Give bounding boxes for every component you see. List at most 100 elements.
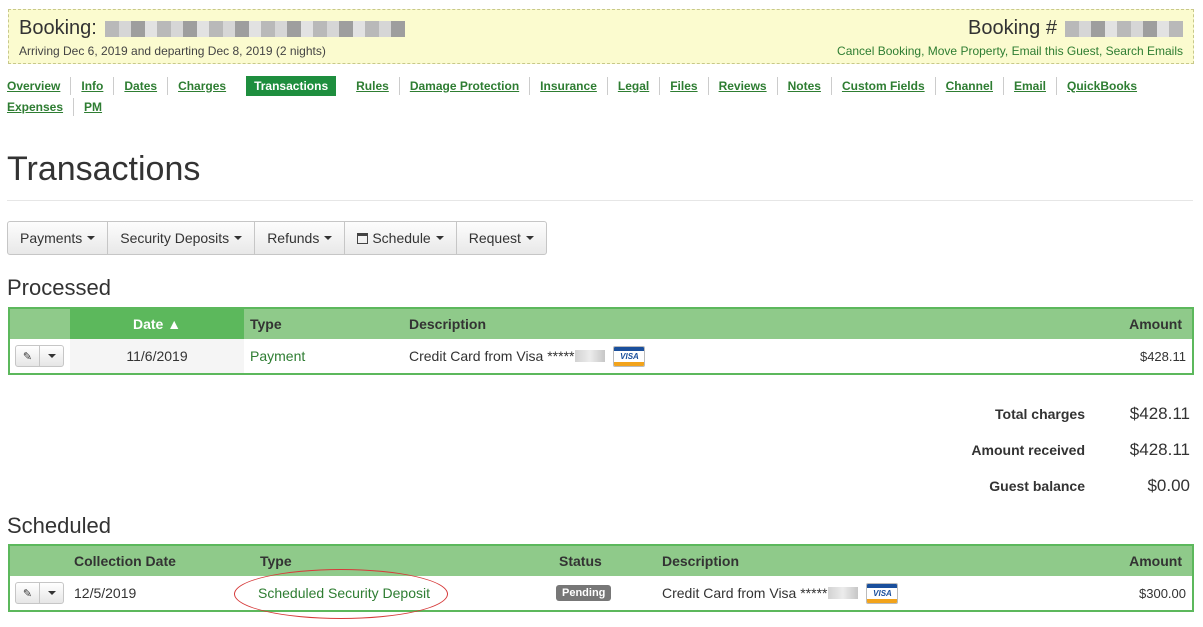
nav-custom-fields[interactable]: Custom Fields — [832, 76, 936, 95]
status-badge: Pending — [556, 585, 612, 601]
row-type: Payment — [244, 339, 404, 373]
pencil-icon: ✎ — [22, 587, 33, 600]
type-column-header[interactable]: Type — [258, 546, 556, 576]
nav-notes[interactable]: Notes — [778, 76, 832, 95]
nav-reviews[interactable]: Reviews — [709, 76, 778, 95]
row-collection-date: 12/5/2019 — [74, 585, 137, 601]
redacted-card-digits — [828, 587, 859, 599]
row-type: Scheduled Security Deposit — [258, 576, 556, 610]
processed-table: Date ▲ Type Description Amount ✎ 11/6/20… — [8, 307, 1194, 375]
amount-received-value: $428.11 — [1129, 440, 1190, 459]
caret-down-icon — [435, 236, 444, 240]
row-status: Pending — [556, 576, 662, 610]
booking-actions: Cancel Booking, Move Property, Email thi… — [837, 44, 1183, 58]
scheduled-heading: Scheduled — [7, 513, 111, 538]
nav-email[interactable]: Email — [1004, 76, 1057, 95]
total-charges-value: $428.11 — [1129, 404, 1190, 423]
booking-label: Booking: — [19, 17, 97, 39]
actions-column-header — [10, 546, 70, 576]
caret-down-icon — [87, 236, 96, 240]
row-menu-button[interactable] — [39, 345, 64, 367]
date-column-header[interactable]: Date ▲ — [70, 309, 244, 339]
edit-button[interactable]: ✎ — [15, 345, 40, 367]
table-row: ✎ 11/6/2019 Payment Credit Card from Vis… — [10, 339, 1192, 373]
description-column-header[interactable]: Description — [662, 546, 1082, 576]
guest-balance-label: Guest balance — [989, 478, 1085, 494]
nav-damage-protection[interactable]: Damage Protection — [400, 76, 531, 95]
total-charges-row: Total charges $428.11 — [850, 396, 1190, 432]
redacted-card-digits — [575, 350, 606, 362]
cancel-booking-link[interactable]: Cancel Booking — [837, 44, 921, 58]
scheduled-table: Collection Date Type Status Description … — [8, 544, 1194, 612]
redacted-booking-number — [1065, 20, 1183, 37]
nav-overview[interactable]: Overview — [7, 76, 72, 95]
payment-type-link[interactable]: Payment — [250, 348, 305, 364]
nav-legal[interactable]: Legal — [608, 76, 661, 95]
nav-dates[interactable]: Dates — [114, 76, 169, 95]
nav-pm[interactable]: PM — [74, 98, 112, 116]
redacted-guest-name — [104, 20, 405, 37]
caret-down-icon — [234, 236, 243, 240]
status-column-header[interactable]: Status — [556, 546, 662, 576]
nav-channel[interactable]: Channel — [936, 76, 1004, 95]
nav-insurance[interactable]: Insurance — [530, 76, 608, 95]
request-dropdown-button[interactable]: Request — [455, 221, 547, 255]
nav-transactions[interactable]: Transactions — [246, 75, 337, 96]
edit-button[interactable]: ✎ — [15, 582, 40, 604]
nav-info[interactable]: Info — [71, 76, 115, 95]
row-description: Credit Card from Visa ***** VISA — [404, 339, 1004, 373]
refunds-dropdown-button[interactable]: Refunds — [254, 221, 346, 255]
transaction-toolbar: Payments Security Deposits Refunds Sched… — [7, 221, 547, 255]
nav-rules[interactable]: Rules — [346, 76, 400, 95]
booking-number: Booking # — [968, 17, 1183, 40]
page-title: Transactions — [7, 150, 201, 188]
pencil-icon: ✎ — [22, 350, 33, 363]
row-menu-button[interactable] — [39, 582, 64, 604]
payments-dropdown-button[interactable]: Payments — [7, 221, 109, 255]
booking-nav: Overview Info Dates Charges Transactions… — [7, 75, 1197, 117]
row-description: Credit Card from Visa ***** VISA — [662, 576, 1082, 610]
description-text: Credit Card from Visa ***** — [409, 348, 575, 364]
schedule-dropdown-button[interactable]: Schedule — [344, 221, 457, 255]
title-divider — [7, 200, 1193, 201]
security-deposits-dropdown-button[interactable]: Security Deposits — [107, 221, 256, 255]
guest-balance-row: Guest balance $0.00 — [850, 468, 1190, 504]
nav-expenses[interactable]: Expenses — [7, 97, 75, 116]
amount-received-row: Amount received $428.11 — [850, 432, 1190, 468]
caret-down-icon — [47, 591, 56, 595]
caret-down-icon — [525, 236, 534, 240]
nav-charges[interactable]: Charges — [168, 77, 236, 95]
email-guest-link[interactable]: Email this Guest — [1012, 44, 1099, 58]
stay-dates: Arriving Dec 6, 2019 and departing Dec 8… — [19, 44, 326, 58]
description-column-header[interactable]: Description — [404, 309, 1004, 339]
visa-card-icon: VISA — [866, 582, 899, 604]
amount-column-header[interactable]: Amount — [1082, 546, 1192, 576]
nav-quickbooks[interactable]: QuickBooks — [1057, 77, 1147, 95]
row-amount: $300.00 — [1139, 585, 1186, 601]
description-text: Credit Card from Visa ***** — [662, 585, 828, 601]
row-action-group: ✎ — [15, 582, 64, 604]
nav-row-2: Expenses PM — [7, 96, 1197, 117]
amount-received-label: Amount received — [971, 442, 1085, 458]
processed-table-header: Date ▲ Type Description Amount — [10, 309, 1192, 339]
booking-title: Booking: — [19, 17, 405, 40]
search-emails-link[interactable]: Search Emails — [1106, 44, 1183, 58]
amount-column-header[interactable]: Amount — [1004, 309, 1192, 339]
scheduled-table-header: Collection Date Type Status Description … — [10, 546, 1192, 576]
type-column-header[interactable]: Type — [244, 309, 404, 339]
nav-files[interactable]: Files — [660, 76, 709, 95]
calendar-icon — [357, 232, 369, 244]
schedule-label: Schedule — [372, 230, 431, 246]
move-property-link[interactable]: Move Property — [928, 44, 1005, 58]
caret-down-icon — [324, 236, 333, 240]
scheduled-security-deposit-link[interactable]: Scheduled Security Deposit — [258, 585, 430, 601]
request-label: Request — [468, 230, 521, 246]
guest-balance-value: $0.00 — [1147, 476, 1190, 495]
collection-date-column-header[interactable]: Collection Date — [70, 546, 258, 576]
table-row: ✎ 12/5/2019 Scheduled Security Deposit P… — [10, 576, 1192, 610]
processed-heading: Processed — [7, 275, 111, 300]
total-charges-label: Total charges — [995, 406, 1085, 422]
security-deposits-label: Security Deposits — [120, 230, 230, 246]
visa-card-icon: VISA — [613, 345, 646, 367]
row-actions: ✎ — [10, 576, 70, 610]
